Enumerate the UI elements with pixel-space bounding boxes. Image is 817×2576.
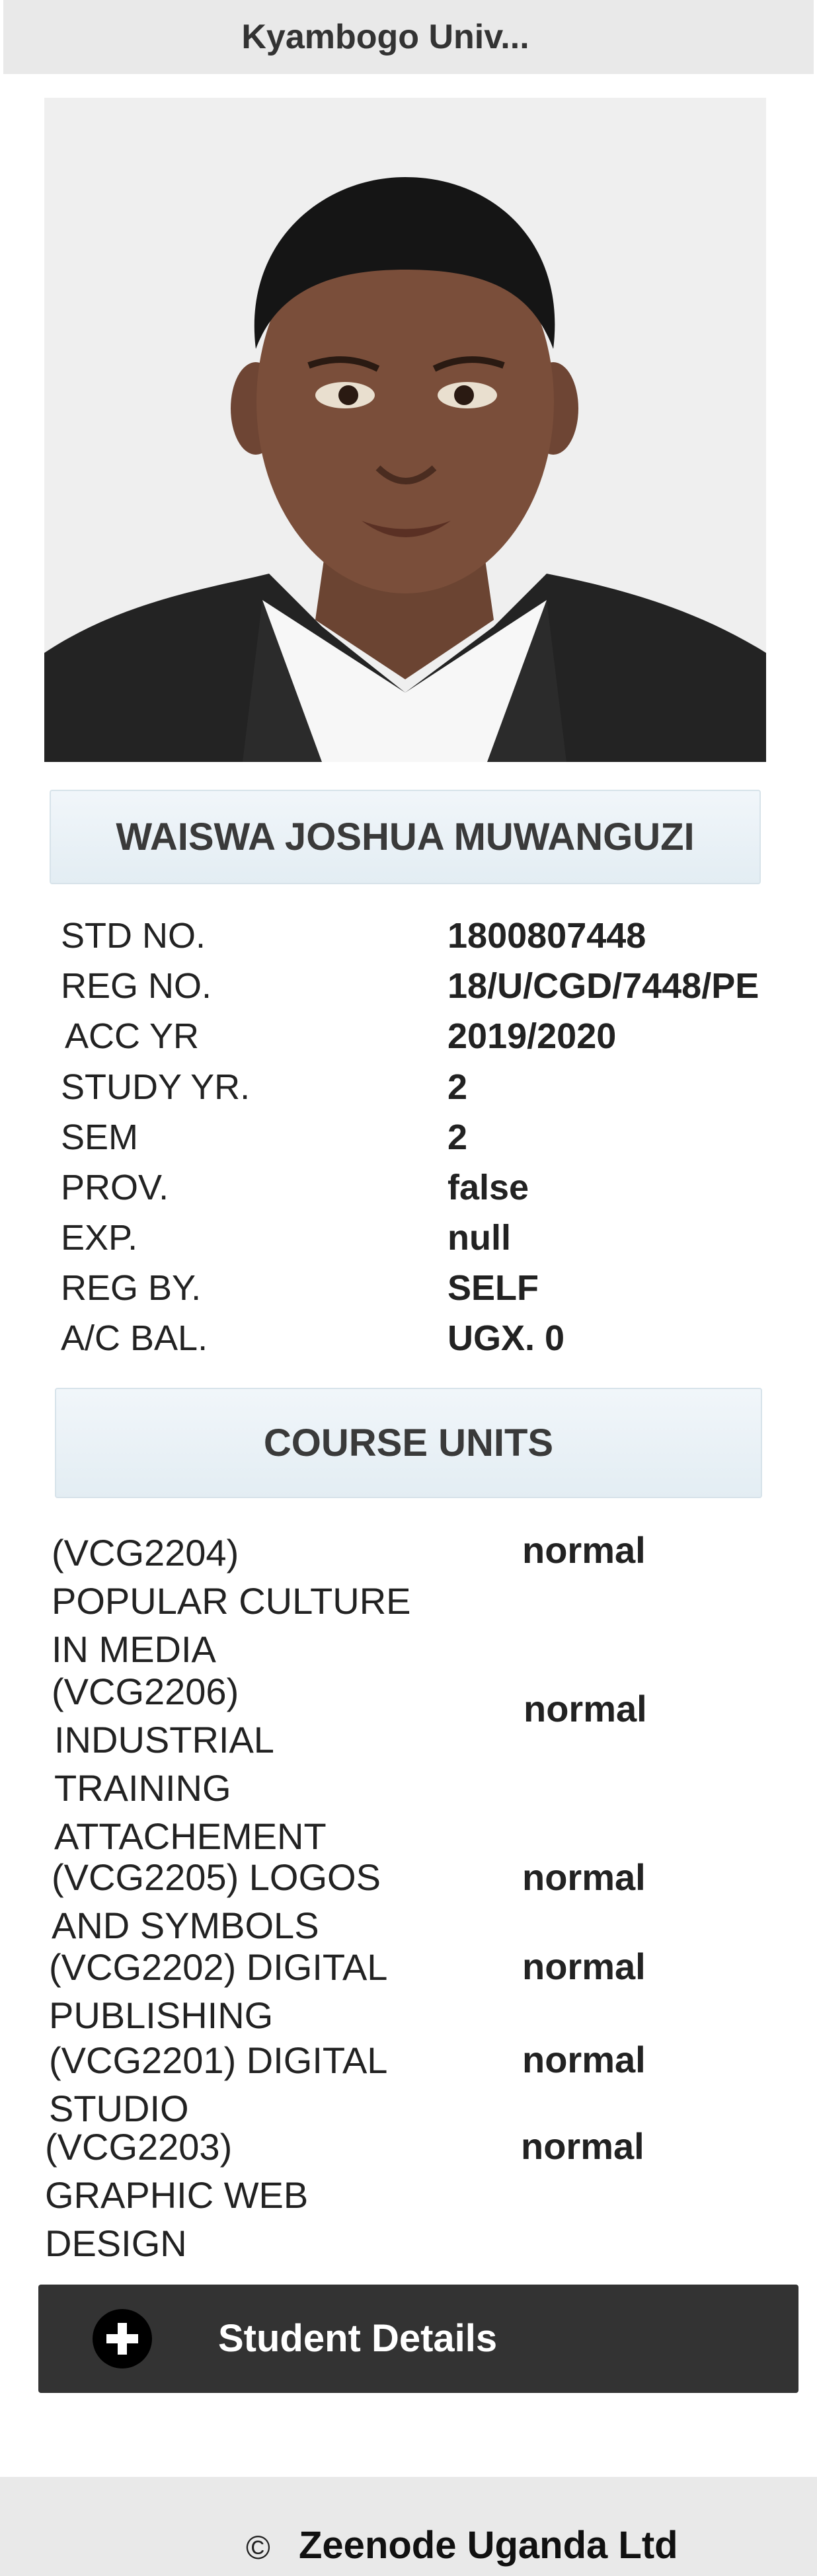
course-unit-status: normal xyxy=(522,1529,646,1571)
course-unit-status: normal xyxy=(522,1946,646,1987)
course-unit-status: normal xyxy=(522,2039,646,2080)
info-row-acc-yr: ACC YR 2019/2020 xyxy=(0,1016,817,1066)
info-label: SEM xyxy=(61,1118,139,1157)
info-value: 18/U/CGD/7448/PE xyxy=(447,966,759,1006)
course-unit-name: (VCG2203) GRAPHIC WEB DESIGN xyxy=(45,2123,442,2267)
info-value: 2019/2020 xyxy=(447,1016,617,1056)
info-value: SELF xyxy=(447,1268,539,1308)
student-details-label: Student Details xyxy=(218,2317,498,2360)
student-name: WAISWA JOSHUA MUWANGUZI xyxy=(116,815,695,858)
info-label: REG NO. xyxy=(61,966,212,1006)
info-row-std-no: STD NO. 1800807448 xyxy=(0,915,817,966)
student-name-box: WAISWA JOSHUA MUWANGUZI xyxy=(50,790,761,884)
footer: © Zeenode Uganda Ltd xyxy=(0,2477,817,2576)
course-unit-line: (VCG2203) xyxy=(45,2126,233,2168)
course-units-header: COURSE UNITS xyxy=(55,1388,762,1498)
course-unit-line: (VCG2205) LOGOS xyxy=(52,1856,381,1898)
course-unit-name: (VCG2205) LOGOS AND SYMBOLS xyxy=(52,1853,448,1950)
info-label: REG BY. xyxy=(61,1268,202,1308)
info-row-exp: EXP. null xyxy=(0,1217,817,1268)
app-title: Kyambogo Univ... xyxy=(241,18,529,56)
footer-company: Zeenode Uganda Ltd xyxy=(299,2524,678,2567)
course-units-title: COURSE UNITS xyxy=(263,1421,554,1464)
course-unit-line: PUBLISHING xyxy=(49,1994,274,2036)
course-unit-line: POPULAR CULTURE xyxy=(52,1580,411,1622)
info-row-study-yr: STUDY YR. 2 xyxy=(0,1067,817,1117)
course-unit-line: (VCG2201) DIGITAL xyxy=(49,2039,388,2081)
course-unit-status: normal xyxy=(522,1856,646,1898)
info-row-ac-bal: A/C BAL. UGX. 0 xyxy=(0,1318,817,1368)
course-unit-line: INDUSTRIAL xyxy=(54,1719,274,1761)
info-value: 1800807448 xyxy=(447,916,646,956)
student-photo xyxy=(44,98,766,762)
copyright-icon: © xyxy=(246,2529,270,2566)
info-value: UGX. 0 xyxy=(447,1318,565,1358)
info-label: PROV. xyxy=(61,1168,169,1207)
course-unit-status: normal xyxy=(524,1688,647,1729)
course-unit-name: (VCG2202) DIGITAL PUBLISHING xyxy=(49,1943,446,2039)
app-header: Kyambogo Univ... xyxy=(3,0,814,74)
plus-icon xyxy=(93,2309,152,2368)
course-unit-line: GRAPHIC WEB xyxy=(45,2174,309,2216)
course-unit-line: IN MEDIA xyxy=(52,1628,216,1670)
info-label: A/C BAL. xyxy=(61,1318,208,1358)
info-label: STUDY YR. xyxy=(61,1067,251,1107)
info-value: false xyxy=(447,1168,529,1207)
course-unit-status: normal xyxy=(521,2125,644,2167)
course-unit-name: (VCG2206) INDUSTRIAL TRAINING ATTACHEMEN… xyxy=(52,1667,448,1860)
course-unit-name: (VCG2201) DIGITAL STUDIO xyxy=(49,2036,446,2133)
course-unit-line: DESIGN xyxy=(45,2222,187,2264)
info-row-prov: PROV. false xyxy=(0,1167,817,1217)
course-unit-name: (VCG2204) POPULAR CULTURE IN MEDIA xyxy=(52,1529,448,1673)
info-label: ACC YR xyxy=(65,1016,200,1056)
info-value: 2 xyxy=(447,1067,468,1107)
info-label: EXP. xyxy=(61,1218,138,1258)
info-value: null xyxy=(447,1218,511,1258)
info-row-reg-by: REG BY. SELF xyxy=(0,1268,817,1318)
student-details-button[interactable]: Student Details xyxy=(38,2285,798,2393)
info-label: STD NO. xyxy=(61,916,206,956)
info-value: 2 xyxy=(447,1118,468,1157)
course-unit-line: (VCG2204) xyxy=(52,1532,239,1573)
info-row-sem: SEM 2 xyxy=(0,1117,817,1167)
course-unit-line: (VCG2206) xyxy=(52,1671,239,1712)
info-row-reg-no: REG NO. 18/U/CGD/7448/PE xyxy=(0,966,817,1016)
course-unit-line: (VCG2202) DIGITAL xyxy=(49,1946,388,1988)
course-unit-line: TRAINING xyxy=(54,1767,231,1809)
student-photo-image xyxy=(44,98,766,762)
